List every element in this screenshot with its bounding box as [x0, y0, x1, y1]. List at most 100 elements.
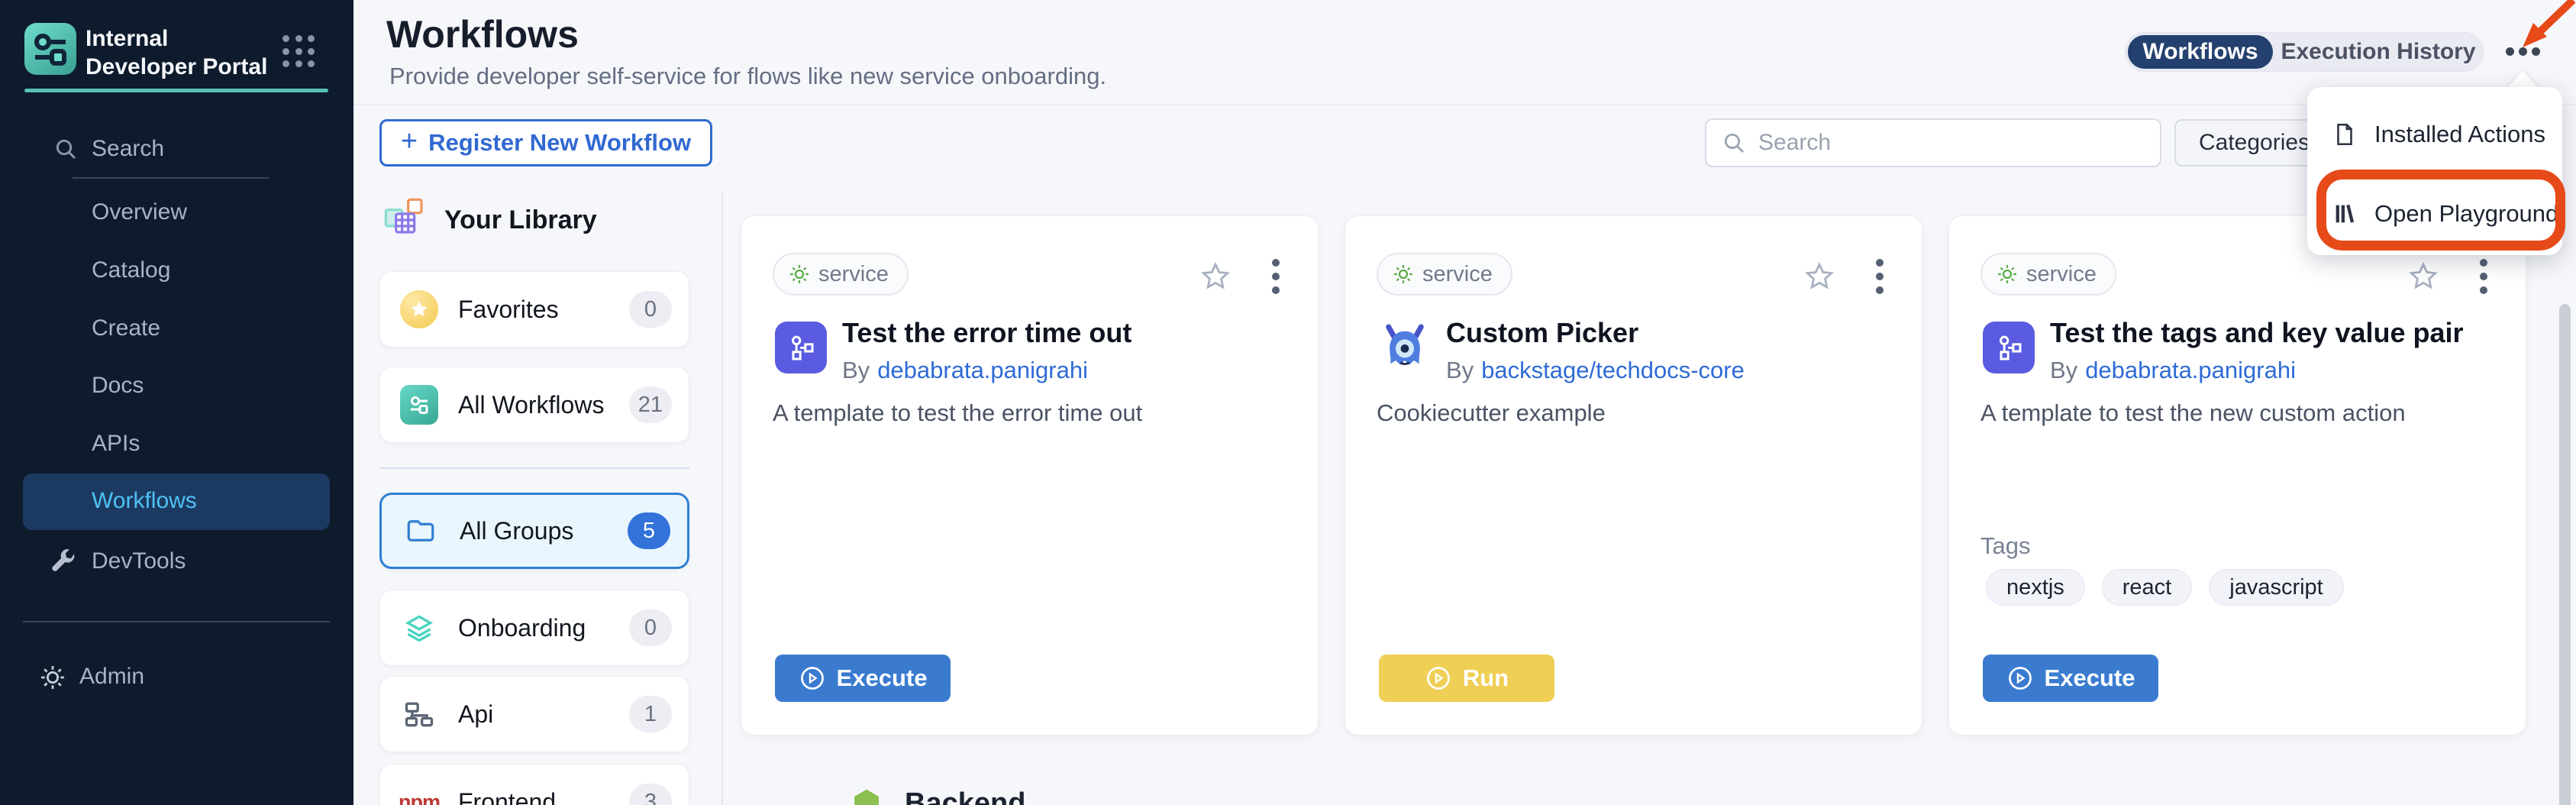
tag-chip[interactable]: react	[2102, 569, 2192, 606]
service-gear-icon	[1996, 263, 2019, 286]
card-menu-button[interactable]	[2479, 259, 2488, 294]
sidebar-item-catalog[interactable]: Catalog	[0, 247, 353, 293]
tag-chip[interactable]: javascript	[2209, 569, 2344, 606]
play-circle-icon	[2006, 664, 2034, 692]
library-header: Your Library	[382, 196, 597, 244]
sidebar-workflows-label: Workflows	[92, 488, 197, 514]
sidebar-bottom-divider	[23, 621, 330, 622]
workflows-icon	[400, 386, 438, 424]
network-icon	[400, 695, 438, 733]
next-section-label: Backend	[905, 787, 1025, 805]
author-link[interactable]: debabrata.panigrahi	[2085, 357, 2296, 383]
search-input[interactable]	[1757, 129, 2123, 157]
workflow-description: A template to test the error time out	[773, 399, 1142, 427]
count-badge: 0	[629, 291, 672, 328]
sidebar-divider	[73, 177, 269, 179]
sidebar-search[interactable]: Search	[0, 126, 353, 172]
play-circle-icon	[1425, 664, 1452, 692]
monster-icon	[1379, 322, 1431, 373]
favorites-star-icon	[400, 290, 438, 328]
count-badge: 0	[629, 609, 672, 646]
npm-icon: npm	[400, 783, 438, 805]
app-title: Internal Developer Portal	[86, 24, 276, 81]
panel-divider	[721, 192, 723, 805]
gear-icon	[38, 663, 67, 692]
count-badge: 1	[629, 696, 672, 732]
workflow-card: service Test the tags and key value pair…	[1948, 215, 2526, 735]
annotation-highlight-ring	[2316, 170, 2565, 251]
category-chip: service	[773, 253, 909, 296]
view-toggle: Workflows Execution History	[2125, 32, 2484, 72]
workflow-title: Custom Picker	[1446, 317, 1638, 349]
folder-icon	[402, 512, 440, 550]
sidebar-item-admin[interactable]: Admin	[0, 654, 353, 700]
workflow-card: service Custom Picker Bybackstage/techdo…	[1344, 215, 1922, 735]
apps-grid-icon[interactable]	[282, 35, 316, 69]
sidebar-item-workflows[interactable]: Workflows	[23, 474, 330, 530]
menu-pointer	[2507, 70, 2539, 89]
workflow-flow-icon	[1983, 322, 2035, 373]
tab-execution-history[interactable]: Execution History	[2278, 35, 2478, 69]
sidebar-search-label: Search	[92, 136, 164, 162]
sidebar-item-devtools[interactable]: DevTools	[0, 538, 353, 584]
wrench-icon	[47, 546, 78, 577]
app-logo[interactable]	[24, 23, 76, 75]
document-icon	[2332, 121, 2358, 147]
workflow-card: service Test the error time out Bydebabr…	[741, 215, 1319, 735]
author-link[interactable]: debabrata.panigrahi	[877, 357, 1088, 383]
run-button[interactable]: Run	[1379, 655, 1554, 702]
execute-button[interactable]: Execute	[1983, 655, 2158, 702]
service-gear-icon	[788, 263, 811, 286]
service-gear-icon	[1392, 263, 1415, 286]
tags-row: nextjs react javascript	[1986, 569, 2344, 606]
library-item-frontend[interactable]: npm Frontend 3	[379, 764, 689, 805]
sidebar-item-create[interactable]: Create	[0, 306, 353, 351]
workflow-title: Test the error time out	[842, 317, 1131, 349]
library-divider	[379, 467, 689, 469]
page-title: Workflows	[386, 12, 579, 57]
sidebar-item-apis[interactable]: APIs	[0, 421, 353, 467]
category-chip: service	[1980, 253, 2116, 296]
card-menu-button[interactable]	[1875, 259, 1884, 294]
count-badge: 5	[628, 512, 670, 549]
sidebar-item-overview[interactable]: Overview	[0, 189, 353, 235]
next-section-header: Backend	[850, 787, 1025, 805]
favorite-star-button[interactable]	[2407, 260, 2439, 293]
sidebar-item-docs[interactable]: Docs	[0, 363, 353, 409]
tag-chip[interactable]: nextjs	[1986, 569, 2085, 606]
page-subtitle: Provide developer self-service for flows…	[389, 63, 1106, 90]
favorite-star-button[interactable]	[1199, 260, 1232, 293]
count-badge: 21	[629, 386, 672, 423]
library-item-onboarding[interactable]: Onboarding 0	[379, 590, 689, 666]
annotation-arrow	[2507, 0, 2576, 57]
favorite-star-button[interactable]	[1803, 260, 1835, 293]
author-link[interactable]: backstage/techdocs-core	[1481, 357, 1745, 383]
header-divider	[353, 104, 2576, 105]
layers-icon	[400, 609, 438, 647]
execute-button[interactable]: Execute	[775, 655, 951, 702]
workflow-flow-icon	[775, 322, 827, 373]
library-cubes-icon	[382, 196, 431, 244]
library-title: Your Library	[444, 205, 597, 235]
vertical-scrollbar[interactable]	[2559, 304, 2571, 805]
play-circle-icon	[799, 664, 826, 692]
workflows-page: Internal Developer Portal Search Overvie…	[0, 0, 2576, 805]
card-menu-button[interactable]	[1271, 259, 1280, 294]
library-item-api[interactable]: Api 1	[379, 676, 689, 752]
library-item-all-groups[interactable]: All Groups 5	[379, 493, 689, 569]
tags-label: Tags	[1980, 532, 2030, 560]
workflow-description: Cookiecutter example	[1377, 399, 1606, 427]
sidebar-accent-divider	[24, 89, 328, 92]
search-icon	[53, 137, 78, 161]
workflow-description: A template to test the new custom action	[1980, 399, 2406, 427]
search-icon	[1722, 131, 1746, 155]
sidebar: Internal Developer Portal Search Overvie…	[0, 0, 353, 805]
register-new-workflow-button[interactable]: + Register New Workflow	[379, 119, 712, 166]
category-chip: service	[1377, 253, 1512, 296]
library-item-favorites[interactable]: Favorites 0	[379, 271, 689, 348]
count-badge: 3	[629, 784, 672, 805]
library-item-all-workflows[interactable]: All Workflows 21	[379, 367, 689, 443]
workflow-search	[1705, 118, 2161, 167]
menu-item-installed-actions[interactable]: Installed Actions	[2307, 95, 2562, 174]
tab-workflows[interactable]: Workflows	[2128, 35, 2273, 69]
